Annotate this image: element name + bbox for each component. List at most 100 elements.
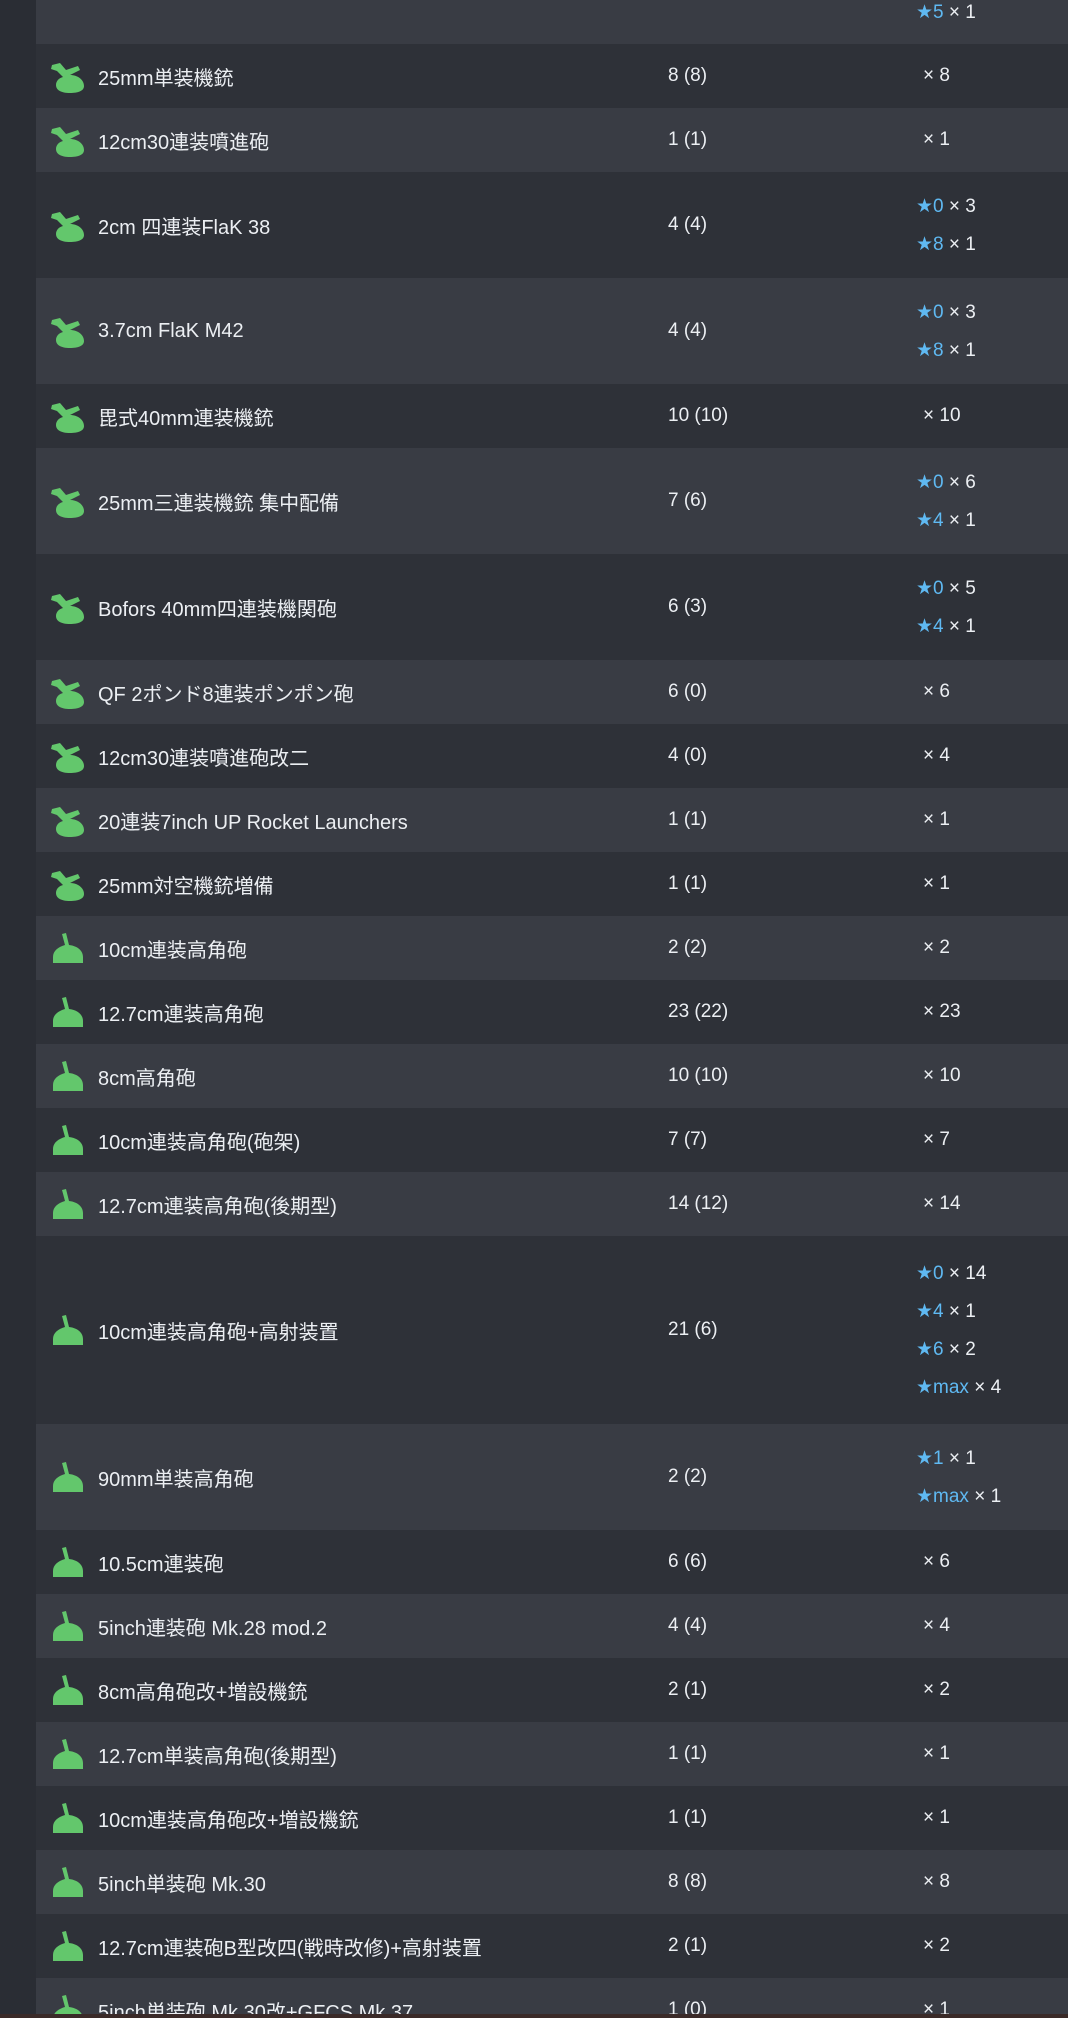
improvement-line: ★6 × 2 xyxy=(916,1338,1068,1361)
improvement-level: ★8 xyxy=(916,339,944,361)
equipment-name: 12.7cm連装高角砲 xyxy=(98,1003,264,1026)
improvement-quantity: × 1 xyxy=(923,873,950,894)
improvement-breakdown: ★0 × 6 ★4 × 1 xyxy=(916,471,1068,532)
high-angle-gun-icon xyxy=(48,994,88,1030)
improvement-breakdown: × 1 xyxy=(916,1743,1068,1765)
table-row: 10cm連装高角砲+高射装置 21 (6) ★0 × 14 ★4 × 1 ★6 × 2 ★… xyxy=(36,1236,1068,1424)
aa-machine-gun-icon xyxy=(48,122,88,158)
equipment-count: 10 (10) xyxy=(668,1065,729,1086)
improvement-line: × 1 xyxy=(916,1743,1068,1765)
improvement-breakdown: × 1 xyxy=(916,873,1068,895)
equipment-name: 10cm連装高角砲 xyxy=(98,939,247,962)
equipment-count: 1 (1) xyxy=(668,873,708,894)
aa-machine-gun-icon xyxy=(48,207,88,243)
improvement-quantity: × 14 xyxy=(948,1262,987,1284)
improvement-line: × 7 xyxy=(916,1129,1068,1151)
equipment-name: 25mm単装機銃 xyxy=(98,67,234,90)
improvement-breakdown: × 2 xyxy=(916,937,1068,959)
improvement-line: ★0 × 3 xyxy=(916,301,1068,324)
improvement-line: × 6 xyxy=(916,1551,1068,1573)
improvement-line: ★1 × 1 xyxy=(916,1447,1068,1470)
improvement-breakdown: × 1 xyxy=(916,1999,1068,2014)
improvement-level: ★4 xyxy=(916,615,944,637)
table-row: 8cm高角砲 10 (10) × 10 xyxy=(36,1044,1068,1108)
equipment-name: Bofors 40mm四連装機関砲 xyxy=(98,598,337,621)
high-angle-gun-icon xyxy=(48,1928,88,1964)
improvement-line: × 4 xyxy=(916,745,1068,767)
improvement-line: ★max × 4 xyxy=(916,1376,1068,1399)
improvement-quantity: × 4 xyxy=(923,1615,950,1636)
high-angle-gun-icon xyxy=(48,1544,88,1580)
improvement-level: ★1 xyxy=(916,1447,944,1469)
improvement-line: × 1 xyxy=(916,873,1068,895)
improvement-quantity: × 2 xyxy=(923,1935,950,1956)
equipment-name: 8cm高角砲改+増設機銃 xyxy=(98,1681,308,1704)
improvement-breakdown: × 10 xyxy=(916,1065,1068,1087)
equipment-count: 6 (0) xyxy=(668,681,708,702)
improvement-level: ★max xyxy=(916,1485,969,1507)
table-row: 10cm連装高角砲 2 (2) × 2 xyxy=(36,916,1068,980)
equipment-count: 4 (4) xyxy=(668,214,708,235)
improvement-quantity: × 4 xyxy=(974,1376,1002,1398)
improvement-line: × 14 xyxy=(916,1193,1068,1215)
equipment-count: 1 (0) xyxy=(668,1999,708,2014)
equipment-count: 1 (1) xyxy=(668,1807,708,1828)
improvement-quantity: × 8 xyxy=(923,65,950,86)
equipment-name: 5inch連装砲 Mk.28 mod.2 xyxy=(98,1617,327,1640)
equipment-count: 2 (1) xyxy=(668,1679,708,1700)
improvement-breakdown: ★0 × 5 ★4 × 1 xyxy=(916,577,1068,638)
aa-machine-gun-icon xyxy=(48,398,88,434)
high-angle-gun-icon xyxy=(48,1864,88,1900)
equipment-count: 6 (3) xyxy=(668,596,708,617)
table-row: 8cm高角砲改+増設機銃 2 (1) × 2 xyxy=(36,1658,1068,1722)
improvement-quantity: × 1 xyxy=(923,1743,950,1764)
table-row: 2cm 四連装FlaK 38 4 (4) ★0 × 3 ★8 × 1 xyxy=(36,172,1068,278)
improvement-line: × 2 xyxy=(916,1679,1068,1701)
table-row: 12.7cm単装高角砲(後期型) 1 (1) × 1 xyxy=(36,1722,1068,1786)
equipment-name: 8cm高角砲 xyxy=(98,1067,196,1090)
improvement-line: ★0 × 6 xyxy=(916,471,1068,494)
improvement-quantity: × 3 xyxy=(948,301,976,323)
improvement-quantity: × 1 xyxy=(948,509,976,531)
improvement-quantity: × 1 xyxy=(923,809,950,830)
equipment-count: 4 (4) xyxy=(668,320,708,341)
table-row: 90mm単装高角砲 2 (2) ★1 × 1 ★max × 1 xyxy=(36,1424,1068,1530)
improvement-quantity: × 3 xyxy=(948,195,976,217)
high-angle-gun-icon xyxy=(48,1058,88,1094)
equipment-count: 21 (6) xyxy=(668,1319,718,1340)
equipment-count: 4 (4) xyxy=(668,1615,708,1636)
improvement-breakdown: × 4 xyxy=(916,1615,1068,1637)
improvement-line: ★4 × 1 xyxy=(916,1300,1068,1323)
equipment-count: 10 (10) xyxy=(668,405,729,426)
equipment-list-viewport[interactable]: ★5 × 1 25mm単装機銃 8 (8) × 8 12cm30連装噴進砲 1 (1) × … xyxy=(0,0,1068,2014)
improvement-quantity: × 8 xyxy=(923,1871,950,1892)
table-row: QF 2ポンド8連装ポンポン砲 6 (0) × 6 xyxy=(36,660,1068,724)
improvement-line: × 1 xyxy=(916,809,1068,831)
table-row: 12.7cm連装砲B型改四(戦時改修)+高射装置 2 (1) × 2 xyxy=(36,1914,1068,1978)
improvement-line: × 23 xyxy=(916,1001,1068,1023)
improvement-breakdown: × 6 xyxy=(916,681,1068,703)
equipment-count: 1 (1) xyxy=(668,809,708,830)
improvement-breakdown: × 2 xyxy=(916,1679,1068,1701)
equipment-count: 2 (2) xyxy=(668,937,708,958)
improvement-level: ★0 xyxy=(916,195,944,217)
improvement-quantity: × 5 xyxy=(948,577,976,599)
table-row: 12.7cm連装高角砲 23 (22) × 23 xyxy=(36,980,1068,1044)
table-row: 12cm30連装噴進砲改二 4 (0) × 4 xyxy=(36,724,1068,788)
improvement-breakdown: × 7 xyxy=(916,1129,1068,1151)
improvement-breakdown: × 1 xyxy=(916,129,1068,151)
aa-machine-gun-icon xyxy=(48,674,88,710)
high-angle-gun-icon xyxy=(48,1992,88,2014)
improvement-line: × 6 xyxy=(916,681,1068,703)
equipment-count: 1 (1) xyxy=(668,129,708,150)
improvement-level: ★0 xyxy=(916,1262,944,1284)
table-row: 25mm三連装機銃 集中配備 7 (6) ★0 × 6 ★4 × 1 xyxy=(36,448,1068,554)
improvement-breakdown: ★0 × 3 ★8 × 1 xyxy=(916,301,1068,362)
aa-machine-gun-icon xyxy=(48,483,88,519)
improvement-breakdown: ★5 × 1 xyxy=(916,1,1068,24)
table-row: 25mm単装機銃 8 (8) × 8 xyxy=(36,44,1068,108)
equipment-count: 23 (22) xyxy=(668,1001,729,1022)
improvement-line: ★5 × 1 xyxy=(916,1,1068,24)
improvement-quantity: × 1 xyxy=(948,1447,976,1469)
improvement-breakdown: ★0 × 3 ★8 × 1 xyxy=(916,195,1068,256)
